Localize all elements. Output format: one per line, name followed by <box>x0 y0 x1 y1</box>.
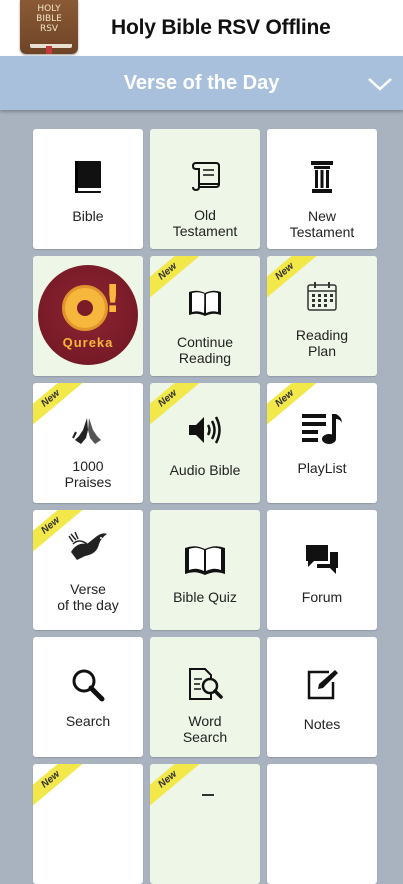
tile-label: 1000 Praises <box>64 458 112 490</box>
tile-search[interactable]: Search <box>33 637 143 757</box>
tile-partial-2[interactable]: New <box>150 764 260 884</box>
tile-word-search[interactable]: Word Search <box>150 637 260 757</box>
tile-playlist[interactable]: New PlayList <box>267 383 377 503</box>
qureka-brand-text: Qureka <box>62 335 114 350</box>
open-bible-icon <box>185 546 225 575</box>
edit-note-icon <box>307 670 338 700</box>
tile-forum[interactable]: Forum <box>267 510 377 630</box>
magnifier-icon <box>72 669 105 702</box>
tile-label: Reading Plan <box>295 327 349 359</box>
tile-label: Bible <box>72 208 104 224</box>
app-logo-text: HOLY BIBLE RSV <box>36 4 62 34</box>
tile-bible-quiz[interactable]: Bible Quiz <box>150 510 260 630</box>
app-title: Holy Bible RSV Offline <box>111 16 331 39</box>
tile-partial-3[interactable] <box>267 764 377 884</box>
dove-icon <box>68 531 107 560</box>
tile-label: Audio Bible <box>169 462 241 478</box>
tile-label: Verse of the day <box>57 581 119 613</box>
verse-of-the-day-bar[interactable]: Verse of the Day <box>0 56 403 110</box>
playlist-icon <box>302 414 342 444</box>
tile-qureka[interactable]: ! Qureka <box>33 256 143 376</box>
verse-of-the-day-label: Verse of the Day <box>123 71 280 94</box>
tile-label: Notes <box>303 716 341 732</box>
open-book-icon <box>189 290 221 316</box>
tile-reading-plan[interactable]: New Reading Plan <box>267 256 377 376</box>
praying-hands-icon <box>72 418 101 444</box>
new-badge: New <box>150 764 204 812</box>
speaker-icon <box>189 416 221 444</box>
tile-new-testament[interactable]: New Testament <box>267 129 377 249</box>
tile-notes[interactable]: Notes <box>267 637 377 757</box>
tile-label: Old Testament <box>172 207 238 239</box>
book-icon <box>75 161 101 193</box>
tile-bible[interactable]: Bible <box>33 129 143 249</box>
tile-label: Bible Quiz <box>173 589 237 605</box>
pillar-icon <box>311 161 333 193</box>
scroll-icon <box>191 162 220 192</box>
tile-label: New Testament <box>289 208 355 240</box>
tile-label: Continue Reading <box>176 334 234 366</box>
document-search-icon <box>189 668 223 700</box>
app-logo: HOLY BIBLE RSV <box>20 0 78 54</box>
tile-partial-1[interactable]: New <box>33 764 143 884</box>
tile-audio-bible[interactable]: New Audio Bible <box>150 383 260 503</box>
tile-continue-reading[interactable]: New Continue Reading <box>150 256 260 376</box>
qureka-logo: ! Qureka <box>38 265 138 365</box>
chat-bubbles-icon <box>306 545 338 574</box>
calendar-icon <box>307 282 337 311</box>
tile-old-testament[interactable]: Old Testament <box>150 129 260 249</box>
tile-1000-praises[interactable]: New 1000 Praises <box>33 383 143 503</box>
new-badge: New <box>33 764 87 812</box>
tile-label: Forum <box>301 589 343 605</box>
tile-label: Word Search <box>182 713 228 745</box>
tile-label: PlayList <box>297 460 347 476</box>
app-header: HOLY BIBLE RSV Holy Bible RSV Offline <box>0 0 403 56</box>
chevron-down-icon[interactable] <box>367 74 393 94</box>
tile-label: Search <box>65 713 111 729</box>
tile-verse-of-the-day[interactable]: New Verse of the day <box>33 510 143 630</box>
partial-icon <box>202 794 214 802</box>
